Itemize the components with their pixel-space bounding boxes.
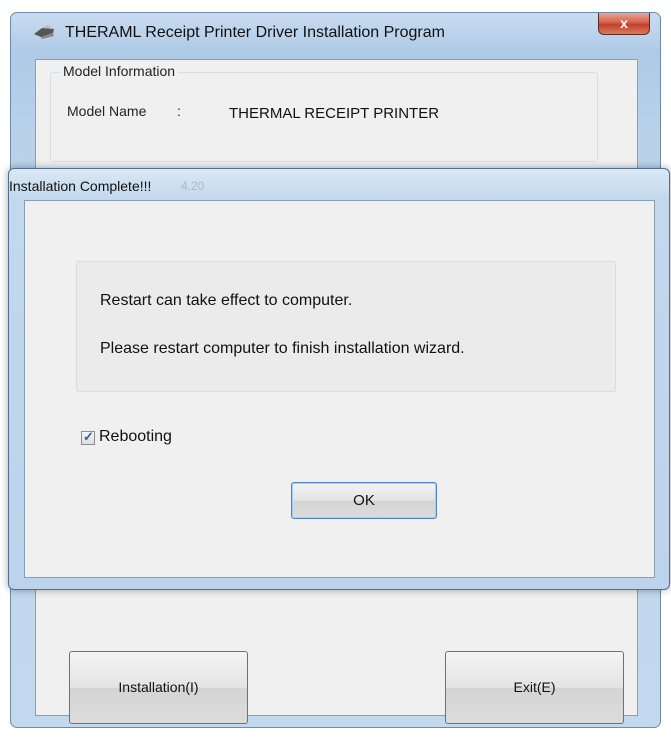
message-panel: Restart can take effect to computer. Ple…	[76, 261, 616, 392]
close-button[interactable]: x	[598, 13, 650, 35]
close-icon: x	[620, 15, 628, 31]
dialog-title: Installation Complete!!!	[9, 178, 152, 194]
rebooting-checkbox[interactable]: ✓	[81, 429, 95, 445]
checkmark-icon: ✓	[83, 429, 94, 444]
model-information-group: Model Information Model Name : THERMAL R…	[50, 63, 598, 162]
installation-complete-dialog: Installation Complete!!! 4.20 Restart ca…	[8, 168, 670, 590]
model-name-colon: :	[177, 103, 181, 119]
main-window-title: THERAML Receipt Printer Driver Installat…	[65, 24, 445, 41]
installation-button[interactable]: Installation(I)	[69, 651, 248, 724]
printer-icon	[34, 25, 54, 39]
model-name-value: THERMAL RECEIPT PRINTER	[229, 105, 440, 122]
restart-message: Restart can take effect to computer.	[100, 292, 353, 309]
instruction-message: Please restart computer to finish instal…	[100, 340, 465, 357]
rebooting-label[interactable]: Rebooting	[99, 428, 172, 446]
model-group-legend: Model Information	[60, 63, 179, 79]
background-version-text: 4.20	[181, 179, 205, 193]
main-title-bar[interactable]: THERAML Receipt Printer Driver Installat…	[11, 13, 660, 53]
exit-button[interactable]: Exit(E)	[445, 651, 624, 724]
model-name-label: Model Name	[67, 103, 147, 119]
dialog-client-area: Restart can take effect to computer. Ple…	[24, 200, 655, 578]
ok-button[interactable]: OK	[291, 482, 437, 519]
